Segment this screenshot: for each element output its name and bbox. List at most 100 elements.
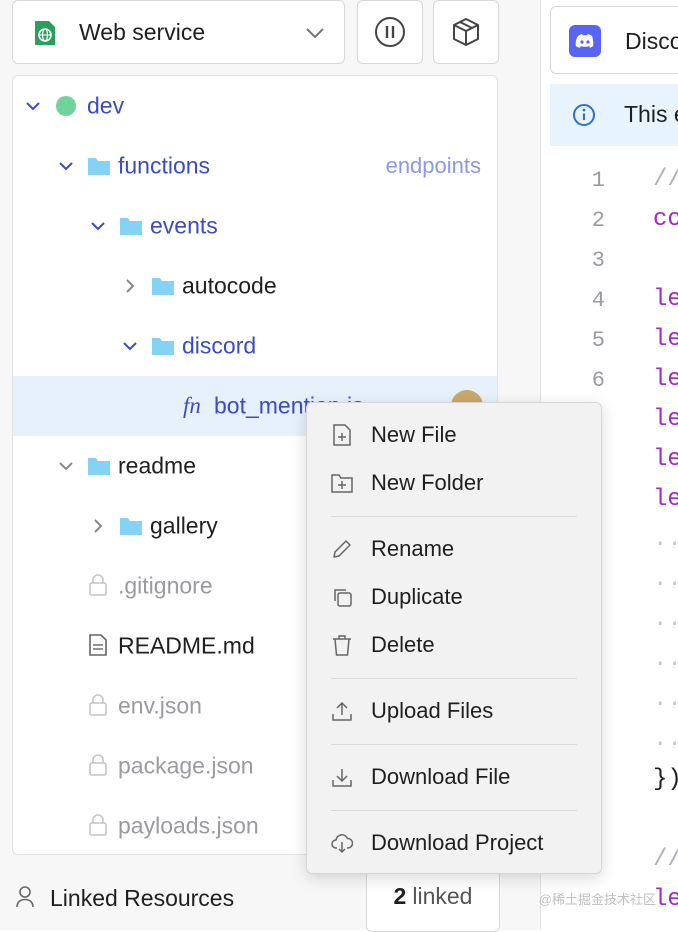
- pause-icon: [375, 17, 405, 47]
- code-line: ..: [653, 726, 678, 753]
- project-type-select[interactable]: Web service: [12, 0, 345, 64]
- info-banner-text: This e: [624, 101, 678, 127]
- line-number: 4: [591, 288, 605, 313]
- menu-separator: [331, 516, 577, 517]
- linked-suffix: linked: [412, 882, 473, 909]
- tree-item-autocode[interactable]: autocode: [13, 256, 497, 316]
- chevron-down-icon: [59, 462, 73, 471]
- menu-item-new-folder[interactable]: New Folder: [307, 461, 601, 505]
- chevron-down-icon: [26, 102, 40, 111]
- app-tab-label: Discord: [625, 28, 678, 54]
- tree-item-label: dev: [87, 92, 125, 119]
- linked-count: 2: [393, 882, 407, 909]
- tree-item-functions[interactable]: functions endpoints: [13, 136, 497, 196]
- document-icon: [89, 634, 107, 656]
- menu-item-new-file[interactable]: New File: [307, 413, 601, 457]
- code-line: le: [653, 886, 678, 913]
- menu-separator: [331, 810, 577, 811]
- project-name: Web service: [79, 19, 206, 45]
- user-icon: [16, 886, 34, 908]
- lock-icon: [89, 694, 107, 716]
- new-file-icon: [333, 424, 351, 446]
- line-number: 1: [591, 168, 605, 193]
- line-number: 3: [591, 248, 605, 273]
- chevron-right-icon: [126, 279, 135, 293]
- tree-item-label: readme: [118, 452, 196, 479]
- download-icon: [332, 769, 352, 787]
- function-icon: fn: [183, 393, 201, 418]
- tree-item-discord[interactable]: discord: [13, 316, 497, 376]
- tree-item-label: gallery: [150, 512, 218, 539]
- code-line: ..: [653, 526, 678, 553]
- menu-item-label: New Folder: [371, 470, 484, 495]
- code-line: //: [653, 846, 678, 873]
- code-line: le: [653, 286, 678, 313]
- folder-icon: [120, 518, 142, 535]
- menu-item-label: Upload Files: [371, 698, 494, 723]
- tree-item-label: .gitignore: [118, 572, 213, 599]
- linked-resources-label: Linked Resources: [50, 885, 235, 911]
- menu-item-download-file[interactable]: Download File: [307, 755, 601, 799]
- menu-item-label: Delete: [371, 632, 435, 657]
- menu-separator: [331, 744, 577, 745]
- code-line: le: [653, 326, 678, 353]
- duplicate-icon: [334, 589, 352, 607]
- upload-icon: [332, 701, 352, 721]
- tree-item-label: package.json: [118, 752, 254, 779]
- folder-icon: [88, 158, 110, 175]
- menu-item-label: Rename: [371, 536, 455, 561]
- tree-item-label: discord: [182, 332, 257, 359]
- package-icon: [453, 18, 479, 46]
- tree-item-label: README.md: [118, 632, 255, 659]
- web-service-icon: [35, 21, 55, 45]
- line-number: 5: [591, 328, 605, 353]
- code-line: //: [653, 166, 678, 193]
- menu-item-rename[interactable]: Rename: [307, 527, 601, 571]
- pencil-icon: [333, 540, 351, 558]
- tree-item-label: functions: [118, 152, 211, 179]
- tree-item-events[interactable]: events: [13, 196, 497, 256]
- discord-icon: [569, 25, 601, 57]
- explorer-toolbar: Web service: [12, 0, 540, 66]
- menu-item-download-project[interactable]: Download Project: [307, 821, 601, 865]
- chevron-down-icon: [91, 222, 105, 231]
- package-button[interactable]: [433, 0, 499, 64]
- trash-icon: [333, 635, 351, 656]
- menu-item-label: Download File: [371, 764, 511, 789]
- tree-item-label: env.json: [118, 692, 202, 719]
- chevron-down-icon: [59, 162, 73, 171]
- watermark: @稀土掘金技术社区: [538, 892, 656, 907]
- info-icon: [573, 104, 595, 126]
- discord-app-tab[interactable]: Discord: [550, 6, 678, 74]
- menu-item-delete[interactable]: Delete: [307, 623, 601, 667]
- tree-item-label: events: [150, 212, 218, 239]
- folder-icon: [152, 278, 174, 295]
- folder-tag: endpoints: [385, 153, 481, 178]
- info-banner: This e: [550, 84, 678, 146]
- chevron-down-icon: [306, 28, 324, 39]
- code-line: co: [653, 206, 678, 233]
- code-line: le: [653, 366, 678, 393]
- line-number: 6: [591, 368, 605, 393]
- menu-item-duplicate[interactable]: Duplicate: [307, 575, 601, 619]
- lock-icon: [89, 814, 107, 836]
- menu-item-label: New File: [371, 422, 457, 447]
- context-menu: New File New Folder Rename Duplicate Del…: [306, 402, 602, 874]
- tree-item-dev[interactable]: dev: [13, 76, 497, 136]
- folder-icon: [120, 218, 142, 235]
- folder-icon: [88, 458, 110, 475]
- cloud-download-icon: [331, 834, 353, 854]
- chevron-down-icon: [123, 342, 137, 351]
- menu-item-label: Download Project: [371, 830, 544, 855]
- status-dot-icon: [56, 96, 76, 116]
- menu-item-upload-files[interactable]: Upload Files: [307, 689, 601, 733]
- code-line: le: [653, 446, 678, 473]
- chevron-right-icon: [94, 519, 103, 533]
- tree-item-label: autocode: [182, 272, 277, 299]
- pause-button[interactable]: [357, 0, 423, 64]
- menu-item-label: Duplicate: [371, 584, 463, 609]
- tree-item-label: payloads.json: [118, 812, 259, 839]
- code-line: ..: [653, 686, 678, 713]
- folder-icon: [152, 338, 174, 355]
- menu-separator: [331, 678, 577, 679]
